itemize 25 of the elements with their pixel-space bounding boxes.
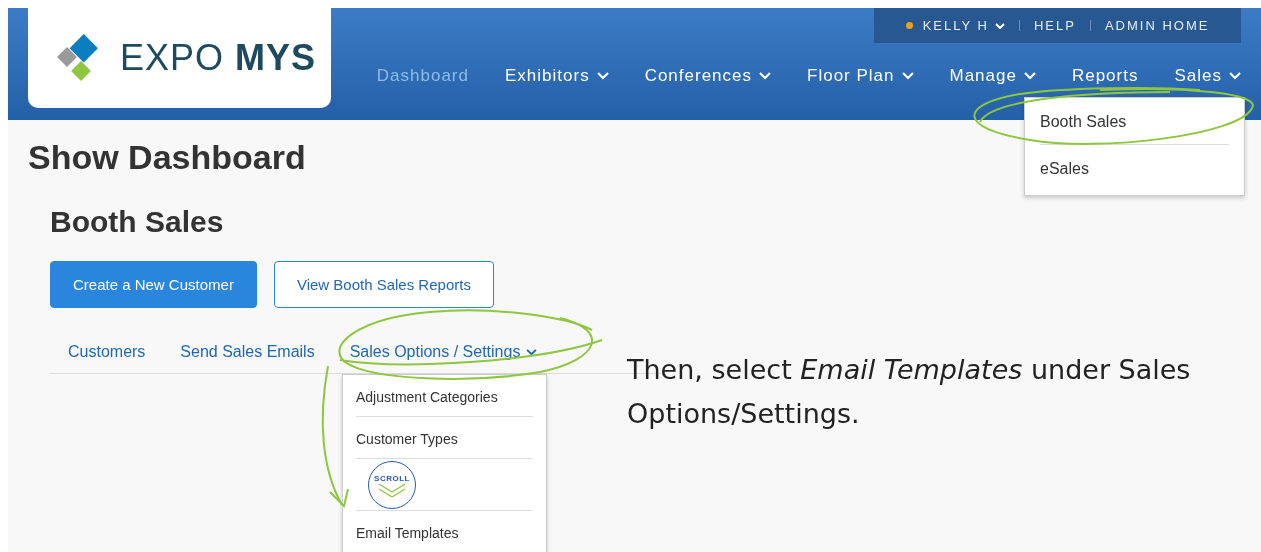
top-link[interactable]: HELP bbox=[1033, 18, 1076, 33]
tab[interactable]: Send Sales Emails bbox=[180, 343, 315, 361]
user-menu[interactable]: KELLY H bbox=[922, 18, 1005, 33]
nav-item[interactable]: Floor Plan bbox=[807, 66, 914, 86]
tab[interactable]: Sales Options / Settings bbox=[349, 343, 538, 361]
top-link[interactable]: ADMIN HOME bbox=[1104, 18, 1210, 33]
scroll-badge: SCROLL bbox=[368, 461, 416, 509]
tab[interactable]: Customers bbox=[68, 343, 146, 361]
menu-item[interactable]: eSales bbox=[1040, 144, 1229, 191]
menu-item[interactable]: Adjustment Categories bbox=[356, 375, 533, 417]
menu-item[interactable]: Email Templates bbox=[356, 511, 533, 552]
create-customer-button[interactable]: Create a New Customer bbox=[50, 261, 257, 308]
nav-item[interactable]: Manage bbox=[949, 66, 1036, 86]
menu-item[interactable]: Customer Types bbox=[356, 417, 533, 459]
caret-icon bbox=[994, 22, 1005, 29]
reports-button[interactable]: View Booth Sales Reports bbox=[273, 261, 494, 308]
section-title: Booth Sales bbox=[50, 205, 225, 239]
nav-item[interactable]: Sales bbox=[1174, 66, 1241, 86]
nav-item[interactable]: Exhibitors bbox=[505, 66, 609, 86]
logo-wordmark: EXPO MYS bbox=[120, 37, 317, 79]
nav-item[interactable]: Reports bbox=[1071, 66, 1139, 86]
menu-item[interactable]: Booth Sales bbox=[1040, 98, 1229, 144]
instruction-text: Then, select Email Templates under Sales Options/Settings. bbox=[627, 353, 1192, 431]
nav-item[interactable]: Conferences bbox=[644, 66, 771, 86]
page-title: Show Dashboard bbox=[28, 138, 306, 177]
